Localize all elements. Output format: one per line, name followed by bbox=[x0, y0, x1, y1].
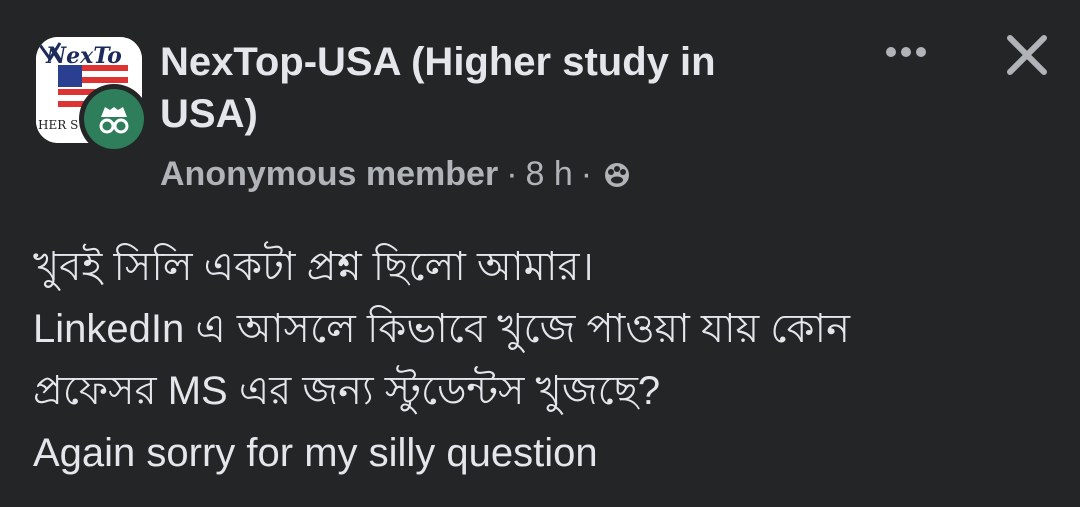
post-text-line: খুবই সিলি একটা প্রশ্ন ছিলো আমার। bbox=[33, 245, 594, 289]
close-icon bbox=[1007, 35, 1047, 75]
post-time[interactable]: 8 h bbox=[526, 155, 573, 194]
author-name[interactable]: Anonymous member bbox=[160, 155, 498, 194]
more-options-button[interactable] bbox=[874, 30, 938, 74]
post-text-line: Again sorry for my silly question bbox=[33, 431, 598, 475]
meta-separator: · bbox=[506, 154, 518, 193]
close-button[interactable] bbox=[994, 22, 1060, 88]
post-text-line: LinkedIn এ আসলে কিভাবে খুজে পাওয়া যায় … bbox=[33, 307, 850, 351]
group-privacy-icon bbox=[600, 157, 634, 191]
post-meta: Anonymous member · 8 h · bbox=[160, 152, 634, 196]
meta-separator: · bbox=[580, 154, 593, 193]
anonymous-member-icon bbox=[84, 89, 144, 149]
avatar-logo-text-bottom: HER S bbox=[38, 118, 78, 132]
group-name-link[interactable]: NexTop-USA (Higher study in USA) bbox=[160, 36, 820, 140]
post-text-line: প্রফেসর MS এর জন্য স্টুডেন্টস খুজছে? bbox=[33, 369, 661, 413]
post-body: খুবই সিলি একটা প্রশ্ন ছিলো আমার। LinkedI… bbox=[33, 236, 1053, 484]
more-options-icon bbox=[886, 47, 926, 57]
anonymous-member-badge bbox=[79, 84, 149, 154]
post-header: NexTo HER S NexTop-USA (Higher study in … bbox=[0, 0, 1080, 210]
